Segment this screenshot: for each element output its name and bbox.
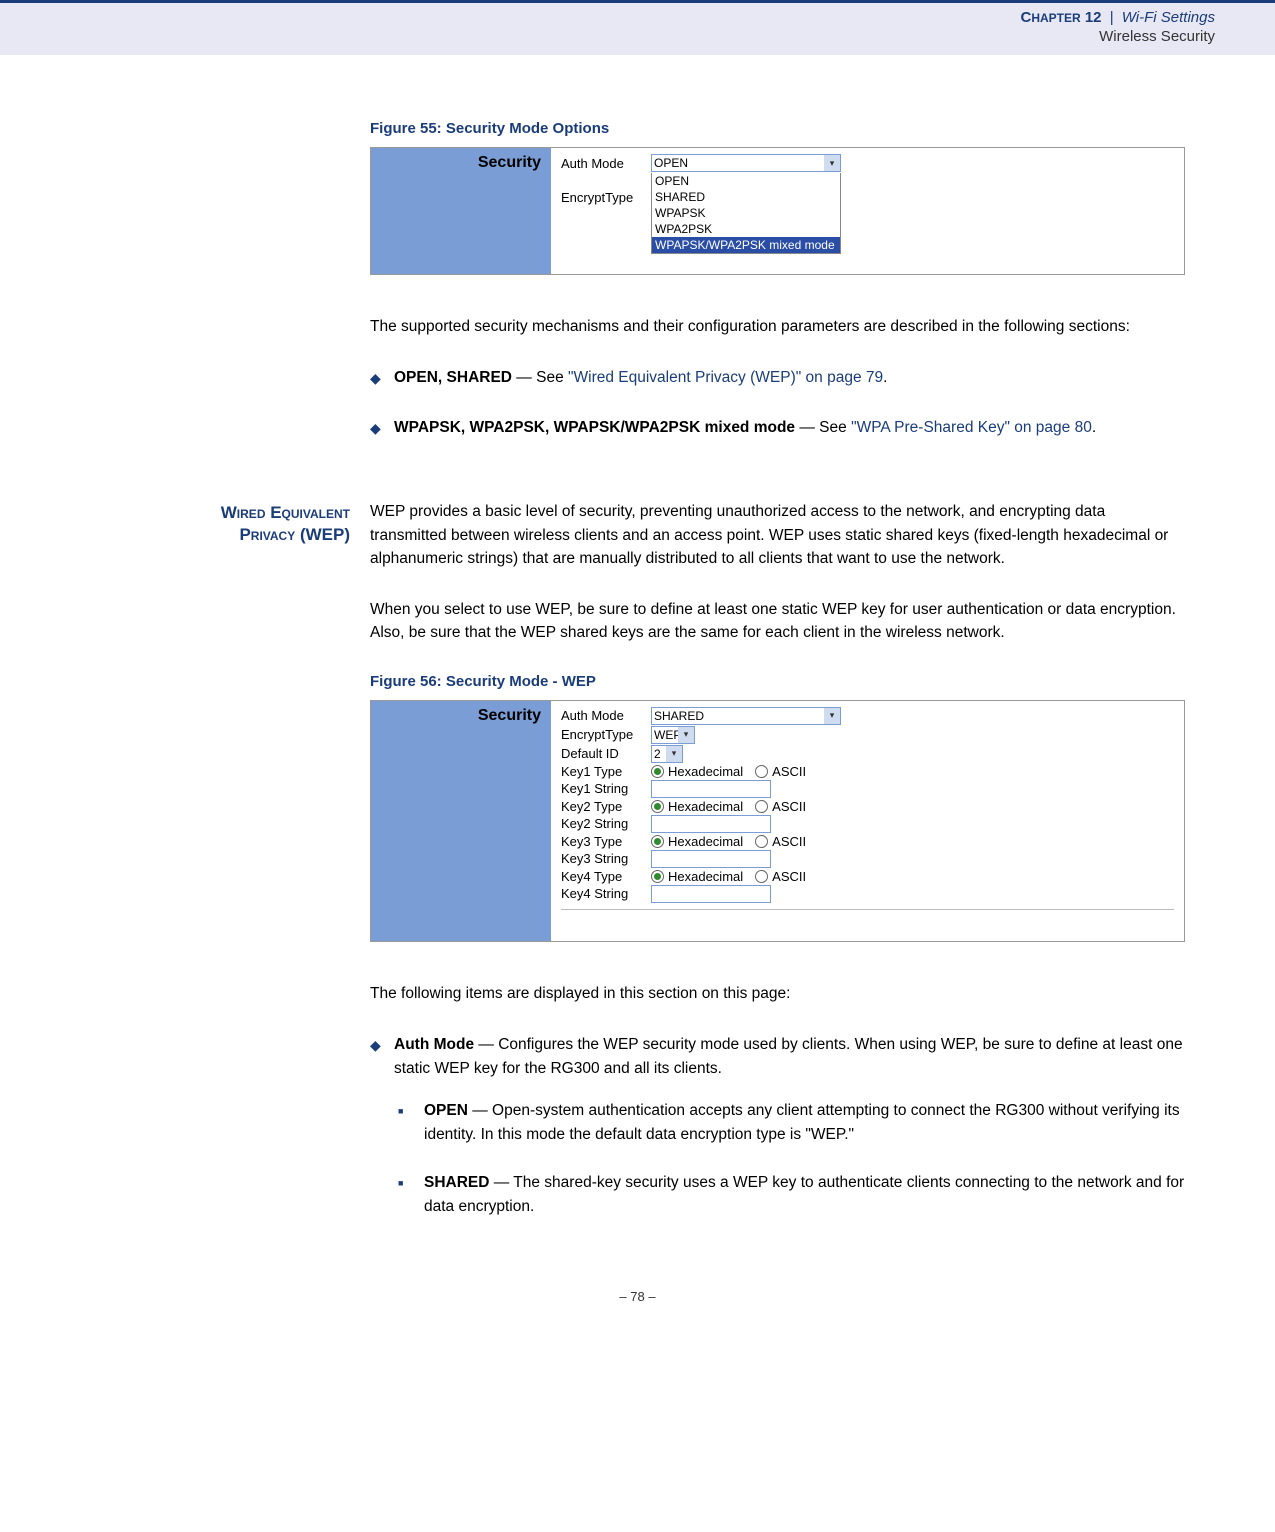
- key4-string-input[interactable]: [651, 885, 771, 903]
- figure55-caption: Figure 55: Security Mode Options: [370, 120, 1185, 137]
- key3-ascii-radio[interactable]: ASCII: [755, 834, 806, 849]
- list-item: Auth Mode — Configures the WEP security …: [394, 1033, 1185, 1219]
- auth-mode-dropdown-list[interactable]: OPEN SHARED WPAPSK WPA2PSK WPAPSK/WPA2PS…: [651, 173, 841, 254]
- wep-para1: WEP provides a basic level of security, …: [370, 500, 1185, 570]
- figure56-caption: Figure 56: Security Mode - WEP: [370, 673, 1185, 690]
- key2-string-input[interactable]: [651, 815, 771, 833]
- key3-string-input[interactable]: [651, 850, 771, 868]
- key1-ascii-radio[interactable]: ASCII: [755, 764, 806, 779]
- intro-paragraph: The supported security mechanisms and th…: [370, 315, 1185, 338]
- auth-mode-select[interactable]: OPEN ▾: [651, 154, 841, 172]
- list-item: OPEN, SHARED — See "Wired Equivalent Pri…: [394, 366, 1185, 390]
- key2-hex-radio[interactable]: Hexadecimal: [651, 799, 743, 814]
- wep-link[interactable]: "Wired Equivalent Privacy (WEP)" on page…: [568, 369, 883, 386]
- figure56-image: Security Auth Mode SHARED▾ EncryptType W…: [370, 700, 1185, 942]
- key3-hex-radio[interactable]: Hexadecimal: [651, 834, 743, 849]
- auth-mode-select[interactable]: SHARED▾: [651, 707, 841, 725]
- wep-para2: When you select to use WEP, be sure to d…: [370, 598, 1185, 645]
- chapter-name: Wi-Fi Settings: [1122, 9, 1215, 26]
- key4-hex-radio[interactable]: Hexadecimal: [651, 869, 743, 884]
- chevron-down-icon: ▾: [666, 746, 682, 762]
- page-number: – 78 –: [0, 1259, 1275, 1324]
- list-item: WPAPSK, WPA2PSK, WPAPSK/WPA2PSK mixed mo…: [394, 416, 1185, 440]
- key4-ascii-radio[interactable]: ASCII: [755, 869, 806, 884]
- security-panel-title: Security: [478, 154, 541, 268]
- subsection-name: Wireless Security: [0, 28, 1215, 45]
- auth-mode-label: Auth Mode: [561, 156, 651, 171]
- encrypt-type-select[interactable]: WEP▾: [651, 726, 695, 744]
- chapter-label: CHAPTER 12: [1020, 9, 1105, 26]
- figure55-image: Security Auth Mode OPEN ▾ OPEN SHARED WP…: [370, 147, 1185, 275]
- encrypt-type-label: EncryptType: [561, 190, 651, 205]
- chevron-down-icon: ▾: [824, 708, 840, 724]
- key1-string-input[interactable]: [651, 780, 771, 798]
- key2-ascii-radio[interactable]: ASCII: [755, 799, 806, 814]
- items-intro: The following items are displayed in thi…: [370, 982, 1185, 1005]
- chevron-down-icon: ▾: [824, 155, 840, 171]
- wep-section-heading: Wired Equivalent Privacy (WEP): [60, 500, 350, 546]
- default-id-select[interactable]: 2▾: [651, 745, 683, 763]
- key1-hex-radio[interactable]: Hexadecimal: [651, 764, 743, 779]
- items-list: Auth Mode — Configures the WEP security …: [370, 1033, 1185, 1219]
- wpa-link[interactable]: "WPA Pre-Shared Key" on page 80: [851, 419, 1092, 436]
- list-item: SHARED — The shared-key security uses a …: [424, 1171, 1185, 1219]
- separator: |: [1106, 9, 1118, 26]
- security-panel-title: Security: [478, 707, 541, 935]
- page-header: CHAPTER 12 | Wi-Fi Settings Wireless Sec…: [0, 0, 1275, 55]
- security-modes-list: OPEN, SHARED — See "Wired Equivalent Pri…: [370, 366, 1185, 440]
- chevron-down-icon: ▾: [678, 727, 694, 743]
- list-item: OPEN — Open-system authentication accept…: [424, 1099, 1185, 1147]
